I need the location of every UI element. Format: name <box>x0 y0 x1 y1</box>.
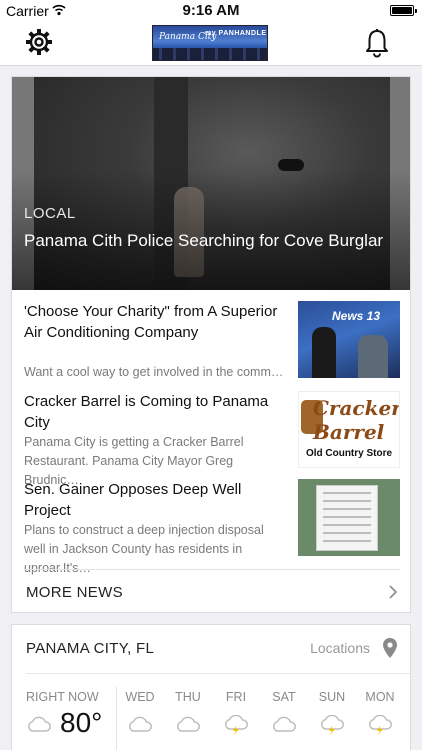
forecast-day: WED <box>120 690 160 732</box>
forecast-day-label: SUN <box>318 690 346 704</box>
forecast-day: FRI <box>216 690 256 735</box>
hero-category: LOCAL <box>24 205 76 222</box>
story-title: Sen. Gainer Opposes Deep Well Project <box>24 481 242 519</box>
more-news-label: MORE NEWS <box>26 584 123 601</box>
forecast-day-label: SAT <box>272 690 296 704</box>
thunderstorm-icon <box>225 715 248 735</box>
location-pin-icon[interactable] <box>382 637 398 659</box>
list-item[interactable]: Cracker Barrel is Coming to Panama City … <box>24 391 400 487</box>
story-thumbnail: News 13 <box>298 301 400 378</box>
list-item[interactable]: 'Choose Your Charity" from A Superior Ai… <box>24 301 400 381</box>
story-thumbnail: Cracker Barrel Old Country Store <box>298 391 400 468</box>
clock: 9:16 AM <box>182 2 240 19</box>
hero-title: Panama Cith Police Searching for Cove Bu… <box>24 231 384 250</box>
cloud-icon <box>129 716 152 732</box>
forecast-day-label: MON <box>365 690 395 704</box>
battery-icon <box>390 5 417 16</box>
forecast-day: THU <box>168 690 208 732</box>
weather-card: PANAMA CITY, FL Locations RIGHT NOW 80° … <box>11 624 411 750</box>
app-logo: Panama City my PANHANDLE <box>152 25 268 61</box>
more-news-button[interactable]: MORE NEWS <box>24 569 400 613</box>
forecast-day: SAT <box>264 690 304 732</box>
hero-story[interactable]: LOCAL Panama Cith Police Searching for C… <box>12 77 410 290</box>
forecast-day-label: FRI <box>225 690 247 704</box>
list-item[interactable]: Sen. Gainer Opposes Deep Well Project Pl… <box>24 479 400 575</box>
story-title: 'Choose Your Charity" from A Superior Ai… <box>24 303 278 341</box>
forecast-day-label: THU <box>175 690 201 704</box>
forecast-day-label: WED <box>125 690 155 704</box>
nav-bar: Panama City my PANHANDLE <box>0 22 422 66</box>
cloud-icon <box>273 716 296 732</box>
story-title: Cracker Barrel is Coming to Panama City <box>24 393 269 431</box>
story-thumbnail <box>298 479 400 556</box>
cloud-icon <box>177 716 200 732</box>
forecast-day: MON <box>360 690 400 735</box>
status-bar: Carrier 9:16 AM <box>0 0 422 22</box>
gear-icon[interactable] <box>24 27 54 57</box>
story-summary: Want a cool way to get involved in the c… <box>24 365 284 379</box>
chevron-right-icon <box>389 585 398 599</box>
news-card: LOCAL Panama Cith Police Searching for C… <box>11 76 411 613</box>
weather-city: PANAMA CITY, FL <box>26 640 155 657</box>
current-temperature: 80° <box>60 707 103 738</box>
bell-icon[interactable] <box>364 28 390 58</box>
thunderstorm-icon <box>321 715 344 735</box>
locations-button[interactable]: Locations <box>310 640 370 656</box>
thunderstorm-icon <box>369 715 392 735</box>
right-now-label: RIGHT NOW <box>26 690 99 704</box>
forecast-day: SUN <box>312 690 352 735</box>
cloud-icon <box>28 716 51 732</box>
